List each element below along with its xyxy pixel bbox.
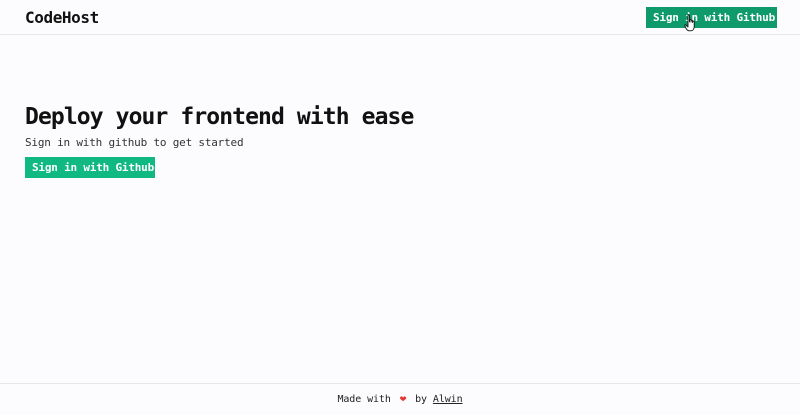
hand-cursor-icon [684, 14, 695, 32]
hero-subtitle: Sign in with github to get started [25, 136, 244, 149]
hero-section: Deploy your frontend with ease Sign in w… [25, 104, 414, 178]
header-signin-button[interactable]: Sign in with Github [646, 7, 777, 28]
site-header: CodeHost Sign in with Github [0, 0, 800, 35]
hero-signin-button[interactable]: Sign in with Github [25, 157, 155, 178]
heart-icon: ❤ [399, 392, 407, 405]
footer-made-with: Made with [337, 394, 391, 405]
author-link[interactable]: Alwin [433, 394, 463, 405]
site-footer: Made with ❤ by Alwin [0, 383, 800, 413]
footer-by: by [415, 394, 427, 405]
hero-title: Deploy your frontend with ease [25, 104, 414, 130]
brand-logo[interactable]: CodeHost [25, 8, 99, 27]
